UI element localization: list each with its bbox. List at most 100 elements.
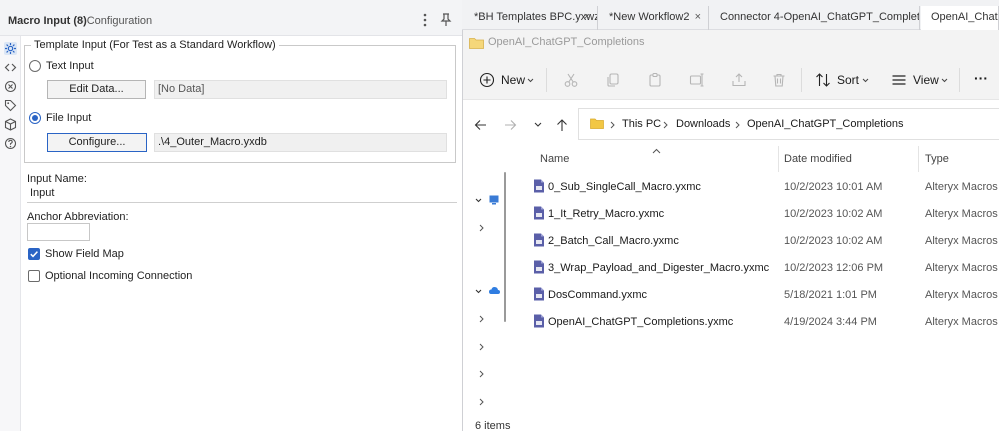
- file-name: 3_Wrap_Payload_and_Digester_Macro.yxmc: [548, 262, 770, 274]
- pin-icon[interactable]: [440, 13, 452, 27]
- breadcrumb-current-folder[interactable]: OpenAI_ChatGPT_Completions: [747, 118, 904, 130]
- column-header-date-modified[interactable]: Date modified: [784, 153, 852, 165]
- optional-incoming-label: Optional Incoming Connection: [45, 270, 193, 282]
- chevron-right-icon[interactable]: [479, 370, 484, 378]
- tab-bh-templates[interactable]: *BH Templates BPC.yxwz ×: [464, 6, 598, 30]
- up-arrow-icon[interactable]: [556, 118, 568, 132]
- cube-icon[interactable]: [4, 118, 17, 131]
- file-name: DosCommand.yxmc: [548, 289, 648, 301]
- view-button[interactable]: View: [913, 73, 939, 87]
- workflow-tab-strip: *BH Templates BPC.yxwz × *New Workflow2 …: [462, 0, 999, 30]
- status-item-count: 6 items: [475, 420, 511, 432]
- navigation-pane: [463, 150, 509, 415]
- show-field-map-label: Show Field Map: [45, 248, 124, 260]
- optional-incoming-checkbox[interactable]: [28, 270, 40, 282]
- check-icon: [30, 251, 38, 258]
- text-input-radio[interactable]: [29, 60, 41, 72]
- chevron-down-icon[interactable]: [475, 289, 482, 294]
- delete-icon[interactable]: [771, 72, 787, 88]
- file-input-label: File Input: [46, 112, 92, 124]
- file-name: 0_Sub_SingleCall_Macro.yxmc: [548, 181, 701, 193]
- new-button[interactable]: New: [501, 73, 525, 87]
- close-icon[interactable]: ×: [584, 6, 590, 28]
- chevron-right-icon[interactable]: [479, 224, 484, 232]
- tab-new-workflow2[interactable]: *New Workflow2 ×: [599, 6, 709, 30]
- file-date: 10/2/2023 10:02 AM: [784, 235, 883, 247]
- show-field-map-checkbox[interactable]: [28, 248, 40, 260]
- panel-title: Macro Input (8): [8, 15, 87, 27]
- cut-icon[interactable]: [563, 72, 579, 88]
- gear-icon[interactable]: [4, 42, 17, 55]
- input-name-field[interactable]: Input: [27, 185, 457, 203]
- file-date: 10/2/2023 10:02 AM: [784, 208, 883, 220]
- help-icon[interactable]: [4, 137, 17, 150]
- tab-connector-4[interactable]: Connector 4-OpenAI_ChatGPT_Completi...: [710, 6, 920, 30]
- chevron-down-icon: [527, 78, 534, 83]
- chevron-down-icon: [941, 78, 948, 83]
- file-row[interactable]: DosCommand.yxmc 5/18/2021 1:01 PM Altery…: [518, 281, 999, 308]
- recent-locations-icon[interactable]: [534, 122, 542, 128]
- chevron-right-icon[interactable]: [479, 315, 484, 323]
- file-row[interactable]: 0_Sub_SingleCall_Macro.yxmc 10/2/2023 10…: [518, 173, 999, 200]
- panel-sidebar: [0, 36, 21, 431]
- edit-data-button[interactable]: Edit Data...: [47, 80, 146, 99]
- code-icon[interactable]: [4, 61, 17, 74]
- macro-file-icon: [534, 314, 544, 328]
- file-name: 1_It_Retry_Macro.yxmc: [548, 208, 665, 220]
- back-arrow-icon[interactable]: [474, 119, 487, 131]
- anchor-abbreviation-label: Anchor Abbreviation:: [27, 211, 129, 223]
- configure-button[interactable]: Configure...: [47, 133, 147, 152]
- close-icon[interactable]: ×: [695, 6, 701, 28]
- explorer-address-row: This PC Downloads OpenAI_ChatGPT_Complet…: [463, 100, 999, 150]
- column-header-type[interactable]: Type: [925, 153, 949, 165]
- share-icon[interactable]: [731, 72, 747, 88]
- input-name-label: Input Name:: [27, 173, 87, 185]
- macro-file-icon: [534, 260, 544, 274]
- file-input-radio[interactable]: [29, 112, 41, 124]
- explorer-command-bar: New Sort View ···: [463, 60, 999, 100]
- column-divider[interactable]: [918, 146, 919, 172]
- copy-icon[interactable]: [605, 72, 621, 88]
- file-date: 10/2/2023 10:01 AM: [784, 181, 883, 193]
- configuration-panel: Macro Input (8) - Configuration Template…: [0, 0, 462, 431]
- file-path-display: .\4_Outer_Macro.yxdb: [154, 133, 447, 152]
- sort-button[interactable]: Sort: [837, 73, 859, 87]
- file-row[interactable]: OpenAI_ChatGPT_Completions.yxmc 4/19/202…: [518, 308, 999, 335]
- view-icon[interactable]: [891, 72, 907, 88]
- macro-file-icon: [534, 206, 544, 220]
- anchor-abbreviation-field[interactable]: [27, 223, 90, 241]
- macro-file-icon: [534, 179, 544, 193]
- chevron-down-icon: [862, 78, 869, 83]
- more-options-icon[interactable]: [421, 13, 429, 27]
- chevron-down-icon[interactable]: [475, 198, 482, 203]
- close-circle-icon[interactable]: [4, 80, 17, 93]
- rename-icon[interactable]: [689, 72, 705, 88]
- toolbar-divider: [959, 68, 960, 92]
- chevron-right-icon[interactable]: [479, 343, 484, 351]
- chevron-right-icon: [663, 121, 668, 129]
- column-header-name[interactable]: Name: [540, 153, 569, 165]
- new-icon[interactable]: [479, 72, 495, 88]
- navigation-pane-scrollbar[interactable]: [504, 172, 506, 322]
- macro-file-icon: [534, 233, 544, 247]
- template-input-legend: Template Input (For Test as a Standard W…: [31, 39, 279, 51]
- breadcrumb-this-pc[interactable]: This PC: [622, 118, 661, 130]
- pc-icon: [489, 195, 499, 205]
- tag-icon[interactable]: [4, 99, 17, 112]
- address-bar[interactable]: This PC Downloads OpenAI_ChatGPT_Complet…: [578, 108, 999, 140]
- column-divider[interactable]: [778, 146, 779, 172]
- paste-icon[interactable]: [647, 72, 663, 88]
- file-row[interactable]: 3_Wrap_Payload_and_Digester_Macro.yxmc 1…: [518, 254, 999, 281]
- toolbar-divider: [801, 68, 802, 92]
- breadcrumb-downloads[interactable]: Downloads: [676, 118, 730, 130]
- chevron-right-icon[interactable]: [479, 398, 484, 406]
- file-name: OpenAI_ChatGPT_Completions.yxmc: [548, 316, 734, 328]
- file-date: 4/19/2024 3:44 PM: [784, 316, 877, 328]
- file-row[interactable]: 1_It_Retry_Macro.yxmc 10/2/2023 10:02 AM…: [518, 200, 999, 227]
- forward-arrow-icon[interactable]: [504, 119, 517, 131]
- file-row[interactable]: 2_Batch_Call_Macro.yxmc 10/2/2023 10:02 …: [518, 227, 999, 254]
- tab-openai-chatgpt[interactable]: OpenAI_ChatGPT_: [921, 6, 999, 30]
- more-button[interactable]: ···: [974, 70, 988, 86]
- file-type: Alteryx Macros: [925, 208, 998, 220]
- sort-icon[interactable]: [815, 72, 831, 88]
